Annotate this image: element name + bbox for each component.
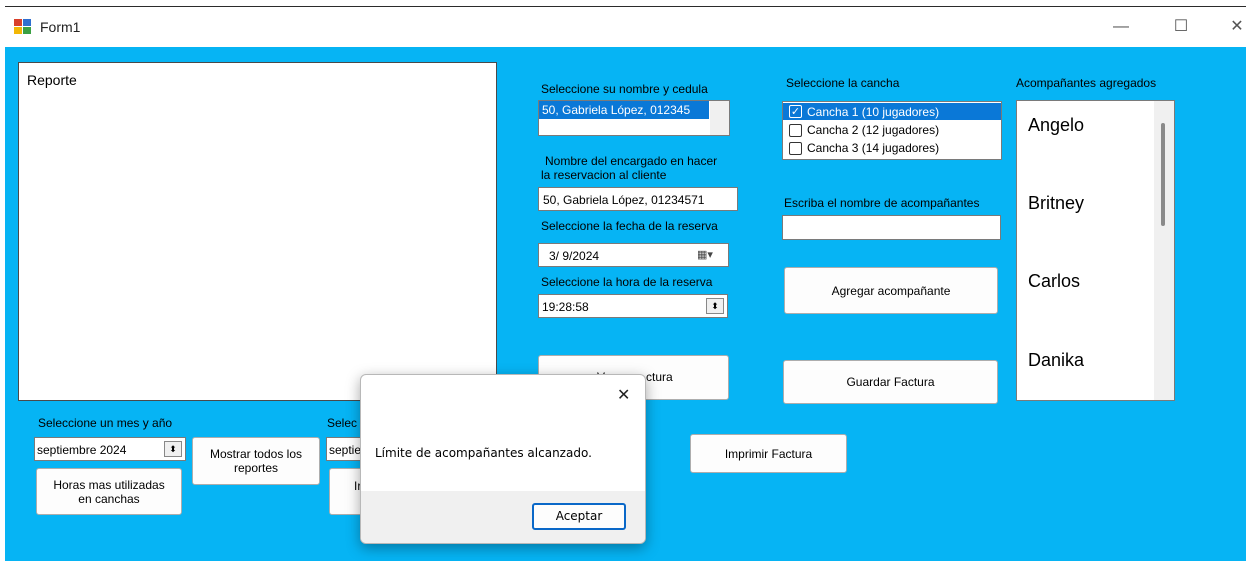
close-button[interactable]: ✕ bbox=[1222, 16, 1246, 38]
court-label: Seleccione la cancha bbox=[786, 76, 900, 90]
manager-textbox[interactable]: 50, Gabriela López, 01234571 bbox=[538, 187, 738, 211]
manager-label-line2: la reservacion al cliente bbox=[541, 168, 667, 182]
dialog-close-button[interactable]: ✕ bbox=[617, 385, 630, 405]
imprimir-factura-button[interactable]: Imprimir Factura bbox=[690, 434, 847, 473]
companion-label: Escriba el nombre de acompañantes bbox=[784, 196, 980, 210]
second-month-label: Selec bbox=[327, 416, 358, 430]
time-picker[interactable]: 19:28:58 ⬍ bbox=[538, 294, 728, 318]
mostrar-button-line2: reportes bbox=[233, 461, 279, 475]
companion-textbox[interactable] bbox=[782, 215, 1001, 240]
maximize-button[interactable]: ☐ bbox=[1166, 16, 1196, 38]
horas-button-line1: Horas mas utilizadas bbox=[53, 477, 165, 492]
ver-factura-label-right: ctura bbox=[646, 370, 673, 384]
companion-item-2[interactable]: Britney bbox=[1028, 193, 1084, 214]
companions-scrollbar[interactable] bbox=[1154, 101, 1174, 400]
companion-item-1[interactable]: Angelo bbox=[1028, 115, 1084, 136]
court-2-checkbox[interactable] bbox=[789, 124, 802, 137]
scrollbar-thumb[interactable] bbox=[1161, 123, 1165, 226]
manager-value: 50, Gabriela López, 01234571 bbox=[543, 193, 705, 207]
court-checked-listbox[interactable]: ✓ Cancha 1 (10 jugadores) Cancha 2 (12 j… bbox=[782, 101, 1002, 160]
message-dialog: ✕ Límite de acompañantes alcanzado. Acep… bbox=[360, 374, 646, 544]
month-picker[interactable]: septiembre 2024 ⬍ bbox=[34, 437, 186, 461]
dialog-ok-button[interactable]: Aceptar bbox=[532, 503, 626, 530]
mostrar-button-line1: Mostrar todos los bbox=[209, 447, 303, 461]
court-1-label[interactable]: Cancha 1 (10 jugadores) bbox=[807, 105, 939, 119]
app-icon bbox=[14, 19, 32, 35]
court-3-label[interactable]: Cancha 3 (14 jugadores) bbox=[807, 141, 939, 155]
horas-mas-utilizadas-button[interactable]: Horas mas utilizadas en canchas bbox=[36, 468, 182, 515]
add-companion-button[interactable]: Agregar acompañante bbox=[784, 267, 998, 314]
client-selected-item[interactable]: 50, Gabriela López, 012345 bbox=[542, 103, 690, 117]
title-bar bbox=[5, 7, 1246, 47]
time-value: 19:28:58 bbox=[542, 300, 589, 314]
date-label: Seleccione la fecha de la reserva bbox=[541, 219, 718, 233]
month-value: septiembre 2024 bbox=[37, 443, 127, 457]
client-label: Seleccione su nombre y cedula bbox=[541, 82, 708, 96]
mostrar-reportes-button[interactable]: Mostrar todos los reportes bbox=[192, 437, 320, 485]
time-spin-icon[interactable]: ⬍ bbox=[706, 298, 724, 314]
report-label: Reporte bbox=[27, 72, 77, 88]
client-scrollbar[interactable] bbox=[710, 101, 729, 135]
companion-item-3[interactable]: Carlos bbox=[1028, 271, 1080, 292]
guardar-factura-button[interactable]: Guardar Factura bbox=[783, 360, 998, 404]
manager-label-line1: Nombre del encargado en hacer bbox=[545, 154, 718, 168]
calendar-dropdown-icon[interactable]: ▦▾ bbox=[697, 248, 713, 261]
companion-item-4[interactable]: Danika bbox=[1028, 350, 1084, 371]
horas-button-line2: en canchas bbox=[78, 491, 140, 506]
month-label: Seleccione un mes y año bbox=[38, 416, 173, 430]
dialog-message: Límite de acompañantes alcanzado. bbox=[375, 446, 592, 460]
added-companions-label: Acompañantes agregados bbox=[1016, 76, 1157, 90]
court-1-checkbox[interactable]: ✓ bbox=[789, 105, 802, 118]
court-2-label[interactable]: Cancha 2 (12 jugadores) bbox=[807, 123, 939, 137]
date-picker[interactable]: 3/ 9/2024 ▦▾ bbox=[538, 243, 729, 267]
added-companions-listbox[interactable]: Angelo Britney Carlos Danika bbox=[1016, 100, 1175, 401]
report-textbox[interactable]: Reporte bbox=[18, 62, 497, 401]
time-label: Seleccione la hora de la reserva bbox=[541, 275, 713, 289]
month-spin-icon[interactable]: ⬍ bbox=[164, 441, 182, 457]
minimize-button[interactable]: — bbox=[1106, 16, 1136, 38]
date-value: 3/ 9/2024 bbox=[549, 249, 600, 263]
second-month-value: septie bbox=[329, 443, 362, 457]
court-3-checkbox[interactable] bbox=[789, 142, 802, 155]
client-listbox[interactable]: 50, Gabriela López, 012345 bbox=[538, 100, 730, 136]
window-title: Form1 bbox=[40, 19, 81, 35]
